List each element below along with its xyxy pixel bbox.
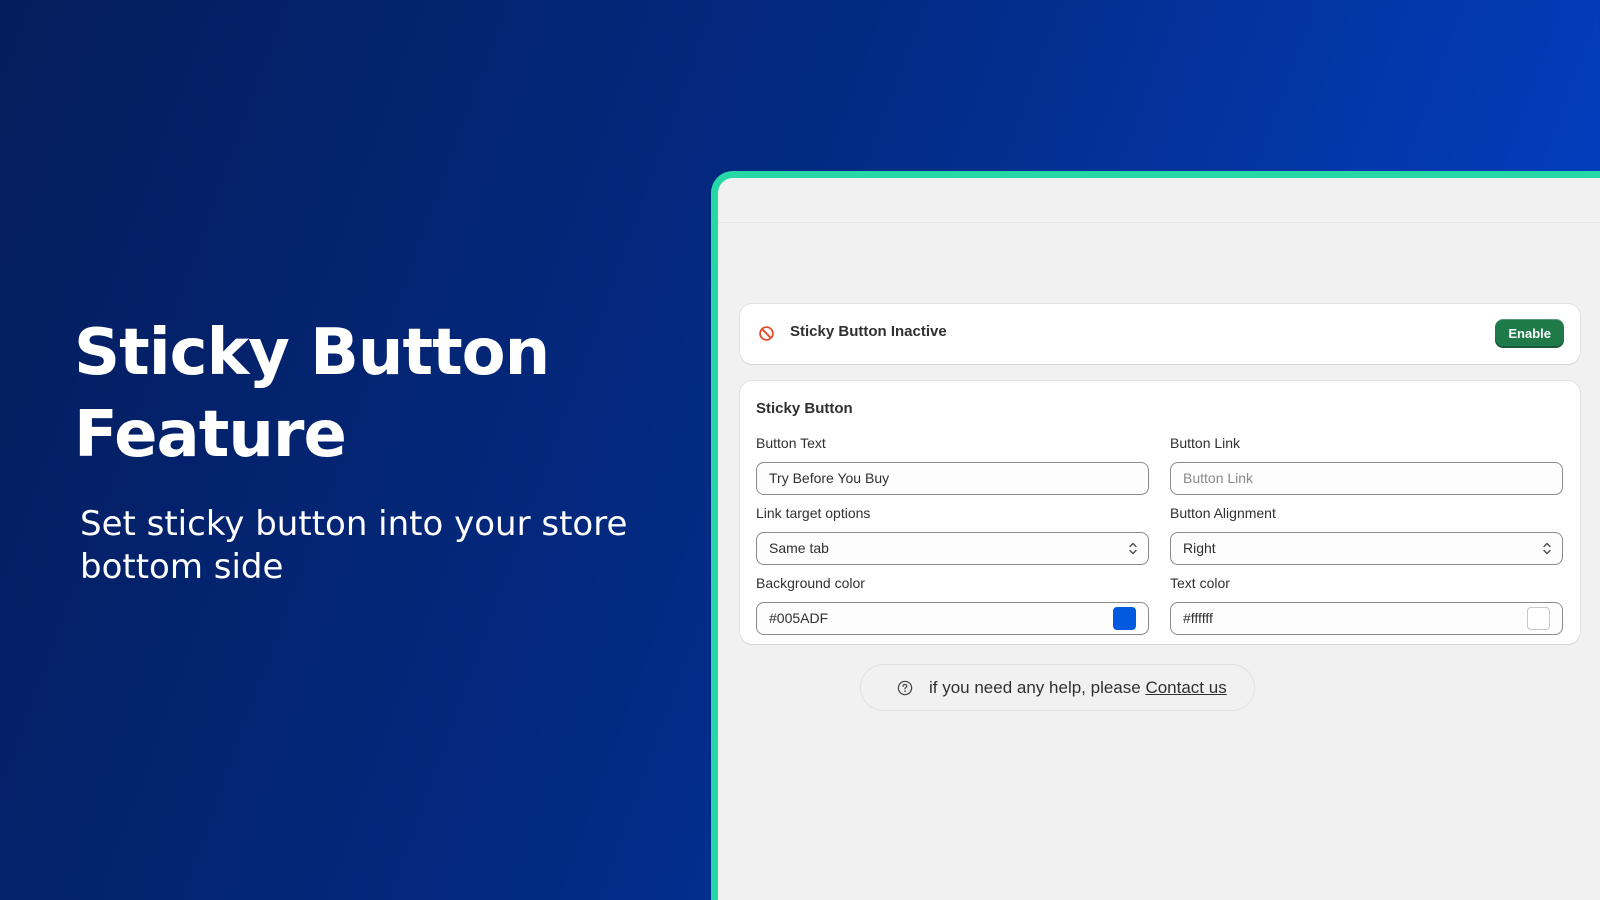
background-color-value: #005ADF: [769, 610, 829, 626]
button-text-field: Button Text Try Before You Buy: [756, 435, 1149, 495]
hero-title: Sticky Button Feature: [74, 312, 634, 476]
hero-title-line-2: Feature: [74, 398, 347, 472]
enable-button[interactable]: Enable: [1495, 319, 1564, 348]
link-target-field: Link target options Same tab: [756, 505, 1149, 565]
prohibited-icon: [759, 326, 774, 341]
link-target-label: Link target options: [756, 505, 871, 521]
button-text-label: Button Text: [756, 435, 826, 451]
text-color-label: Text color: [1170, 575, 1230, 591]
help-message: if you need any help, please: [929, 678, 1146, 697]
chevron-up-down-icon: [1543, 542, 1551, 555]
button-link-label: Button Link: [1170, 435, 1241, 451]
background-color-swatch[interactable]: [1113, 607, 1136, 630]
settings-title: Sticky Button: [756, 400, 853, 417]
text-color-field: Text color #ffffff: [1170, 575, 1563, 635]
button-alignment-value: Right: [1183, 540, 1216, 556]
button-alignment-field: Button Alignment Right: [1170, 505, 1563, 565]
status-label: Sticky Button Inactive: [790, 323, 947, 340]
link-target-value: Same tab: [769, 540, 829, 556]
background-color-field: Background color #005ADF: [756, 575, 1149, 635]
text-color-swatch[interactable]: [1527, 607, 1550, 630]
sticky-button-settings-card: Sticky Button Button Text Try Before You…: [740, 381, 1580, 644]
hero-subtitle-line-2: bottom side: [80, 547, 284, 587]
help-banner: if you need any help, please Contact us: [860, 664, 1255, 711]
background-color-input[interactable]: #005ADF: [756, 602, 1149, 635]
button-link-input[interactable]: Button Link: [1170, 462, 1563, 495]
status-card: Sticky Button Inactive Enable: [740, 304, 1580, 364]
button-link-field: Button Link Button Link: [1170, 435, 1563, 495]
button-alignment-select[interactable]: Right: [1170, 532, 1563, 565]
hero-subtitle: Set sticky button into your store bottom…: [80, 503, 640, 589]
chevron-up-down-icon: [1129, 542, 1137, 555]
text-color-value: #ffffff: [1183, 610, 1213, 626]
text-color-input[interactable]: #ffffff: [1170, 602, 1563, 635]
hero-subtitle-line-1: Set sticky button into your store: [80, 504, 628, 544]
button-text-input[interactable]: Try Before You Buy: [756, 462, 1149, 495]
question-circle-icon: [897, 680, 913, 696]
hero-title-line-1: Sticky Button: [74, 316, 550, 390]
link-target-select[interactable]: Same tab: [756, 532, 1149, 565]
contact-us-link[interactable]: Contact us: [1145, 678, 1226, 697]
button-alignment-label: Button Alignment: [1170, 505, 1276, 521]
help-text: if you need any help, please Contact us: [929, 665, 1227, 710]
app-window: Sticky Button Inactive Enable Sticky But…: [711, 171, 1600, 900]
top-divider: [718, 222, 1600, 223]
background-color-label: Background color: [756, 575, 865, 591]
